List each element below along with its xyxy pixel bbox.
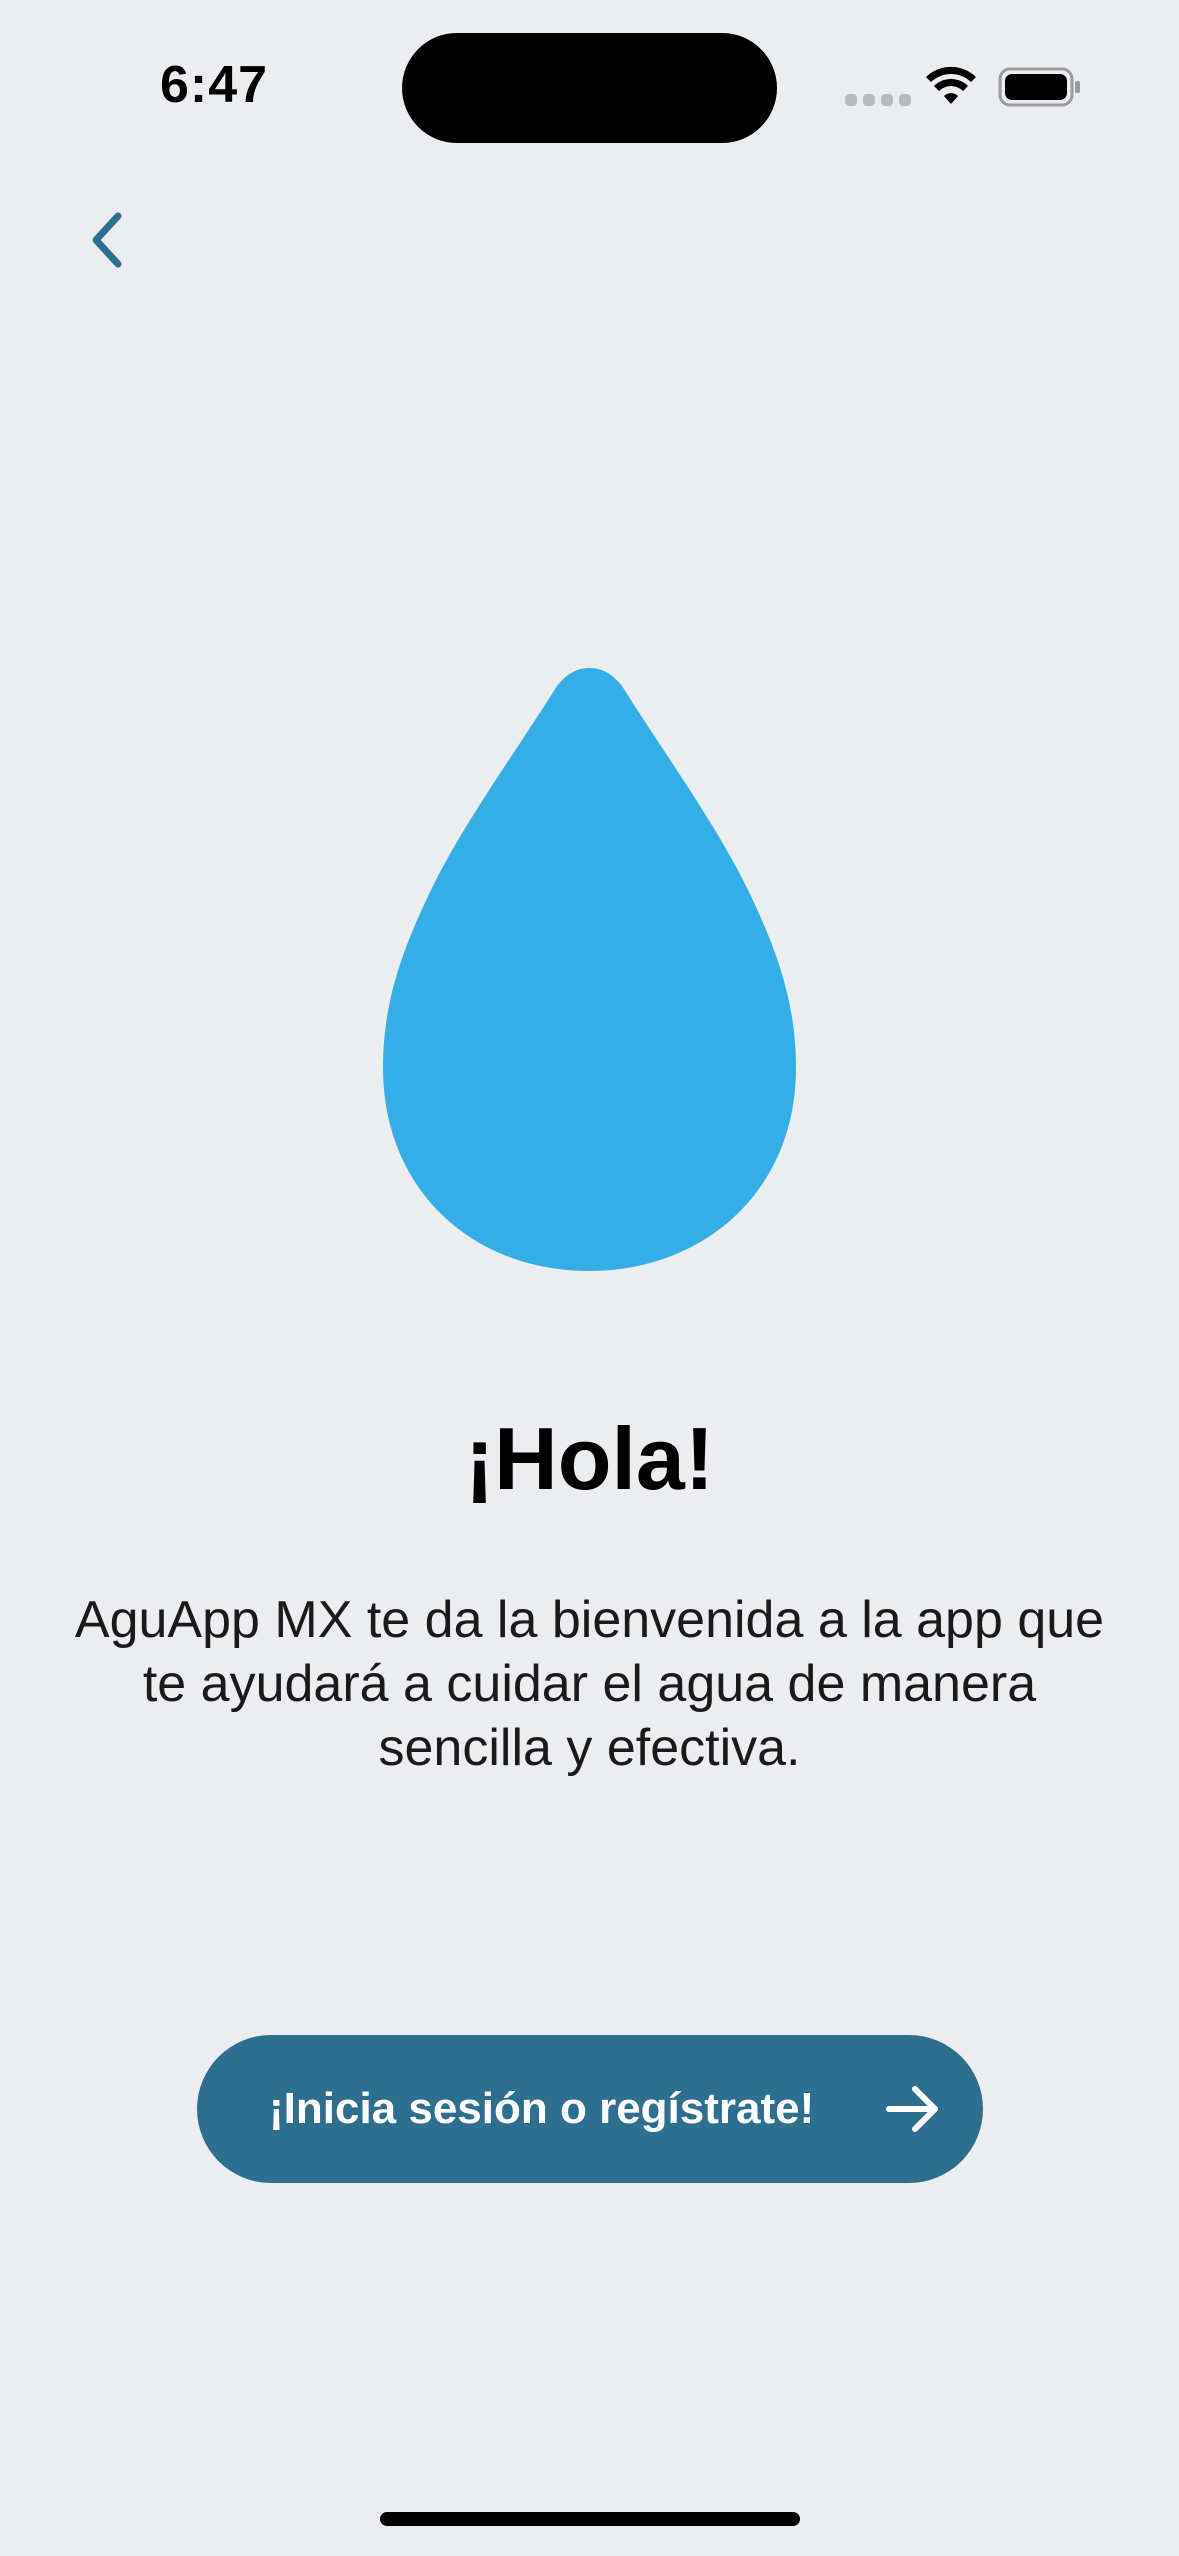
signal-icon — [845, 94, 911, 106]
login-register-label: ¡Inicia sesión o regístrate! — [269, 2084, 815, 2133]
battery-icon — [998, 67, 1080, 107]
dynamic-island — [402, 33, 777, 143]
water-drop-icon — [383, 668, 796, 1271]
back-button[interactable] — [78, 200, 138, 280]
status-time: 6:47 — [160, 56, 269, 114]
arrow-right-icon — [886, 2086, 938, 2132]
home-indicator[interactable] — [380, 2512, 800, 2526]
welcome-title: ¡Hola! — [464, 1409, 715, 1508]
welcome-description: AguApp MX te da la bienvenida a la app q… — [74, 1591, 1105, 1777]
wifi-icon — [926, 66, 976, 104]
login-register-button[interactable]: ¡Inicia sesión o regístrate! — [197, 2035, 983, 2183]
chevron-left-icon — [92, 212, 122, 268]
